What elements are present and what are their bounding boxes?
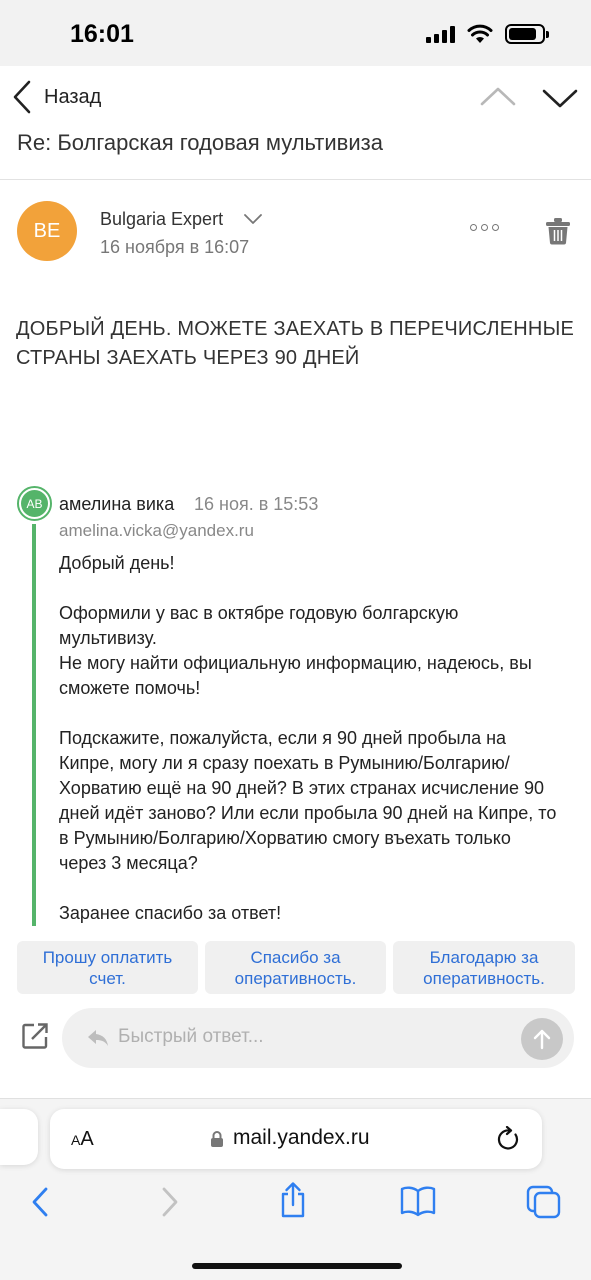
text-size-large: A xyxy=(80,1128,94,1150)
share-icon[interactable] xyxy=(278,1181,308,1219)
quoted-body: Добрый день! Оформили у вас в октябре го… xyxy=(59,551,559,927)
dot-icon xyxy=(470,224,477,231)
quoted-paragraph: Подскажите, пожалуйста, если я 90 дней п… xyxy=(59,728,557,873)
url-text[interactable]: mail.yandex.ru xyxy=(233,1126,370,1150)
reload-icon[interactable] xyxy=(497,1126,521,1152)
quick-reply-chip[interactable]: Спасибо за оперативность. xyxy=(205,941,386,994)
home-indicator xyxy=(192,1263,402,1269)
bookmarks-icon[interactable] xyxy=(400,1185,436,1217)
quoted-sender-name: амелина вика xyxy=(59,494,175,514)
subject-bar: Re: Болгарская годовая мультивиза xyxy=(0,128,591,180)
status-time: 16:01 xyxy=(70,20,134,48)
lock-icon xyxy=(211,1131,223,1147)
chevron-down-icon[interactable] xyxy=(243,212,263,226)
text-size-small: A xyxy=(71,1132,81,1148)
quoted-paragraph: Оформили у вас в октябре годовую болгарс… xyxy=(59,603,532,698)
sender-name[interactable]: Bulgaria Expert xyxy=(100,209,223,230)
battery-level xyxy=(509,28,537,40)
browser-toolbar xyxy=(0,1182,591,1225)
previous-email-button[interactable] xyxy=(478,82,518,112)
quoted-date: 16 ноя. в 15:53 xyxy=(194,494,319,514)
quick-reply-input[interactable] xyxy=(118,1026,498,1048)
forward-arrow-icon[interactable] xyxy=(158,1185,180,1219)
quick-reply-suggestions: Прошу оплатить счет. Спасибо за оператив… xyxy=(17,941,577,994)
status-bar: 16:01 xyxy=(0,0,591,66)
text-size-button[interactable]: AA xyxy=(71,1128,94,1151)
quoted-sender-avatar: АВ xyxy=(17,486,52,521)
quick-reply-box xyxy=(62,1008,574,1068)
battery-icon xyxy=(505,24,549,44)
quoted-sender-email[interactable]: amelina.vicka@yandex.ru xyxy=(59,521,254,541)
previous-tab-preview[interactable] xyxy=(0,1109,38,1165)
reply-arrow-icon xyxy=(88,1030,108,1046)
wifi-icon xyxy=(467,24,493,43)
email-body: ДОБРЫЙ ДЕНЬ. МОЖЕТЕ ЗАЕХАТЬ В ПЕРЕЧИСЛЕН… xyxy=(16,318,575,369)
dot-icon xyxy=(492,224,499,231)
compose-icon[interactable] xyxy=(21,1022,49,1050)
email-subject: Re: Болгарская годовая мультивиза xyxy=(17,130,383,155)
send-button[interactable] xyxy=(521,1018,563,1060)
back-arrow-icon[interactable] xyxy=(30,1185,52,1219)
quoted-avatar-initials: АВ xyxy=(21,490,48,517)
quick-reply-chip[interactable]: Прошу оплатить счет. xyxy=(17,941,198,994)
nav-bar: Назад xyxy=(0,66,591,130)
quick-reply-chip[interactable]: Благодарю за оперативность. xyxy=(393,941,575,994)
sender-avatar[interactable]: BE xyxy=(17,201,77,261)
arrow-up-icon xyxy=(533,1029,551,1050)
quoted-paragraph: Добрый день! xyxy=(59,553,175,573)
sender-date: 16 ноября в 16:07 xyxy=(100,237,250,257)
address-bar[interactable]: AA mail.yandex.ru xyxy=(50,1109,542,1169)
tabs-icon[interactable] xyxy=(526,1185,562,1219)
quote-line xyxy=(32,524,36,926)
chevron-left-icon xyxy=(13,80,31,114)
more-options-button[interactable] xyxy=(470,224,499,231)
cellular-signal-icon xyxy=(426,25,455,43)
dot-icon xyxy=(481,224,488,231)
status-icons xyxy=(426,24,549,44)
quoted-paragraph: Заранее спасибо за ответ! xyxy=(59,903,282,923)
trash-icon[interactable] xyxy=(545,217,571,245)
back-button[interactable]: Назад xyxy=(12,80,101,114)
browser-chrome: AA mail.yandex.ru xyxy=(0,1098,591,1280)
back-label: Назад xyxy=(44,85,102,108)
next-email-button[interactable] xyxy=(540,82,580,112)
